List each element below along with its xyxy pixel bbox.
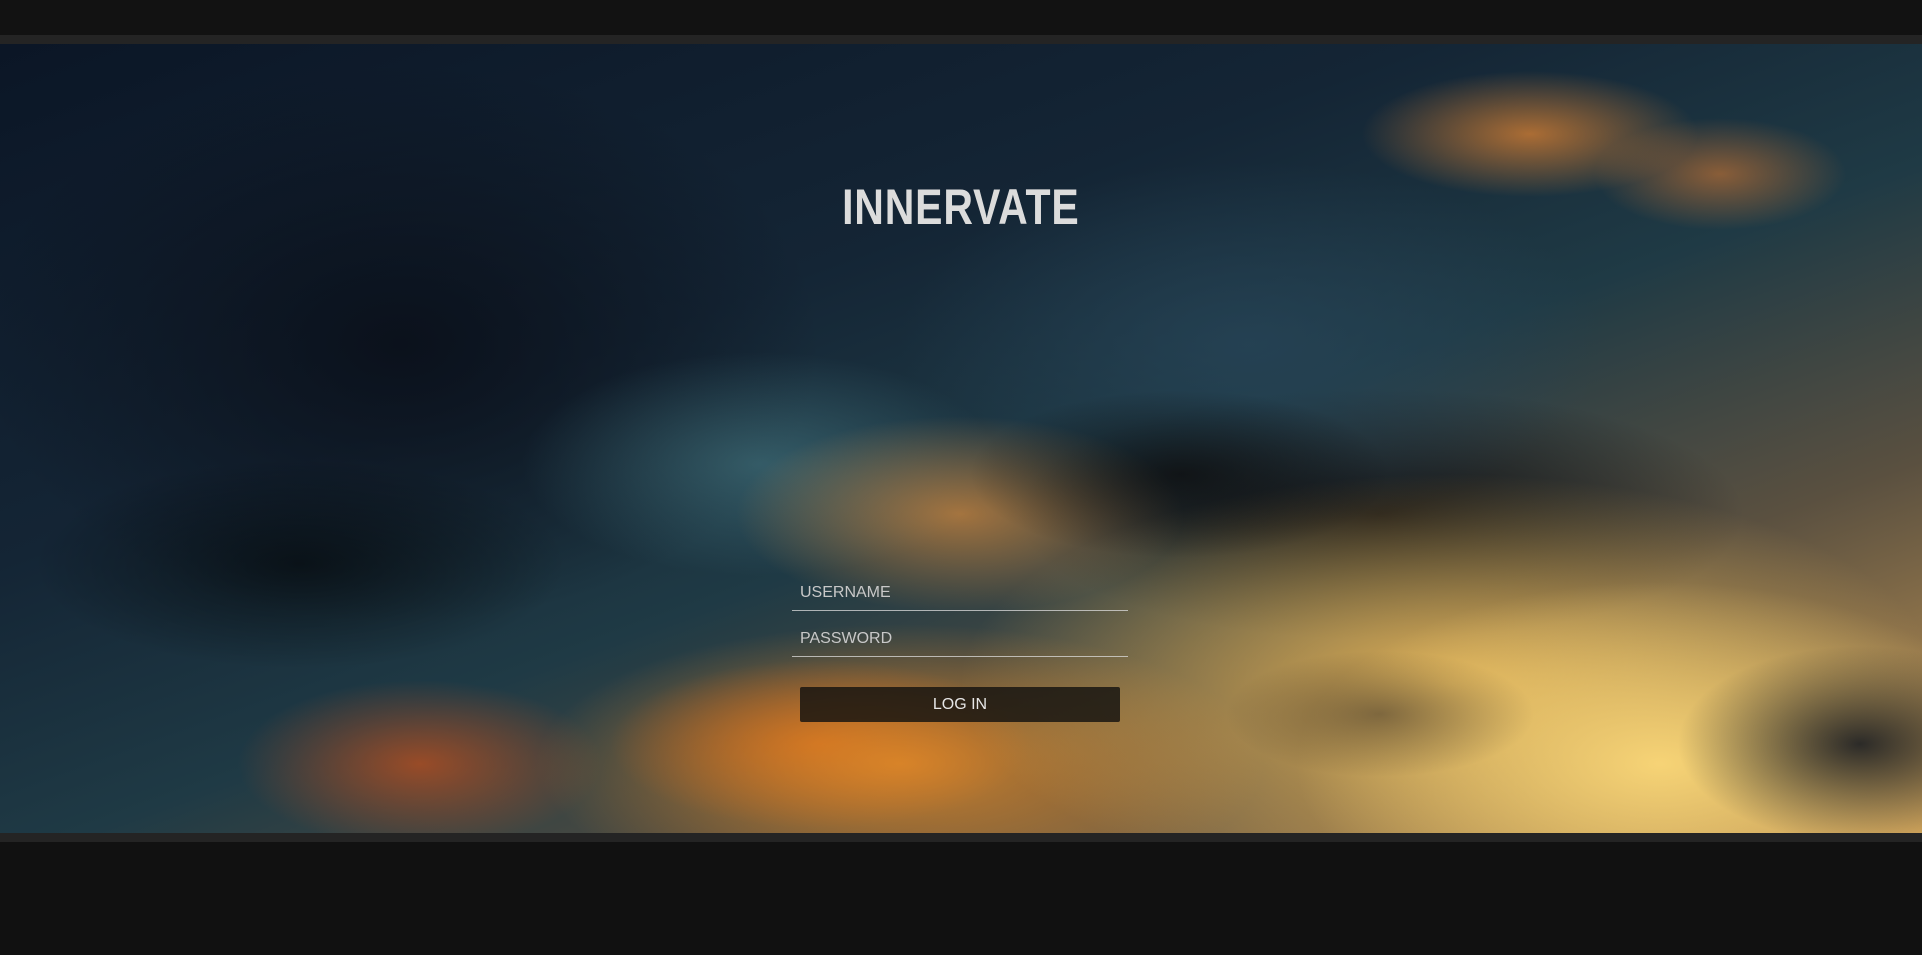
bottom-bar	[0, 842, 1922, 955]
bottom-divider	[0, 833, 1922, 842]
sky-background-image: INNERVATE LOG IN	[0, 44, 1922, 833]
top-bar	[0, 0, 1922, 35]
password-field-container	[792, 616, 1128, 657]
password-input[interactable]	[792, 616, 1128, 656]
brand-logo: INNERVATE	[173, 178, 1749, 236]
top-divider	[0, 35, 1922, 44]
login-form: LOG IN	[792, 570, 1128, 722]
logo-text: INNERVATE	[842, 179, 1080, 235]
login-button[interactable]: LOG IN	[800, 687, 1120, 722]
username-field-container	[792, 570, 1128, 611]
username-input[interactable]	[792, 570, 1128, 610]
